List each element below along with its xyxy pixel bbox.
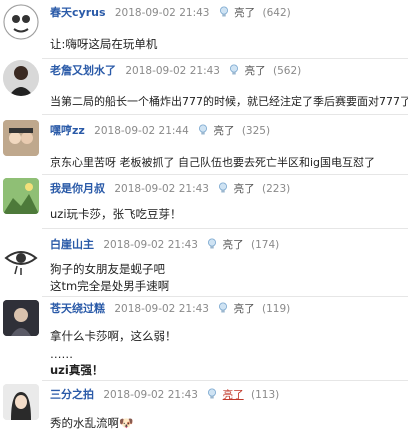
lightbulb-icon[interactable] <box>218 302 228 314</box>
timestamp: 2018-09-02 21:44 <box>94 125 189 137</box>
username[interactable]: 苍天绕过糕 <box>50 302 105 315</box>
like-button[interactable]: 亮了 <box>234 7 255 19</box>
comment-text: 当第二局的船长一个桶炸出777的时候，就已经注定了季后赛要面对777了 <box>50 95 408 108</box>
like-button[interactable]: 亮了 <box>245 65 266 77</box>
avatar[interactable] <box>3 120 39 156</box>
comment-text: uzi玩卡莎，张飞吃豆芽！ <box>50 207 182 221</box>
like-button[interactable]: 亮了 <box>234 183 255 195</box>
username[interactable]: 老詹又划水了 <box>50 64 116 77</box>
timestamp: 2018-09-02 21:43 <box>114 303 209 315</box>
like-count: (174) <box>251 239 280 251</box>
comment-meta: 我是你月叔 2018-09-02 21:43 亮了 (223) <box>50 180 290 196</box>
comment-meta: 嘿哼zz 2018-09-02 21:44 亮了 (325) <box>50 122 270 138</box>
username[interactable]: 春天cyrus <box>50 6 106 19</box>
lightbulb-icon[interactable] <box>229 64 239 76</box>
lightbulb-icon[interactable] <box>198 124 208 136</box>
divider <box>42 380 408 381</box>
timestamp: 2018-09-02 21:43 <box>114 7 210 19</box>
username[interactable]: 三分之拍 <box>50 388 94 401</box>
divider <box>42 174 408 175</box>
comment-text: 这tm完全是处男手速啊 <box>50 279 170 293</box>
comment-text: 秀的水乱流啊🐶 <box>50 416 134 430</box>
timestamp: 2018-09-02 21:43 <box>114 183 209 195</box>
avatar[interactable] <box>3 300 39 336</box>
divider <box>42 114 408 115</box>
like-button[interactable]: 亮了 <box>213 125 234 137</box>
like-count: (113) <box>251 389 280 401</box>
divider <box>42 228 408 229</box>
like-count: (223) <box>262 183 291 195</box>
like-button[interactable]: 亮了 <box>234 303 255 315</box>
like-count: (325) <box>241 125 271 137</box>
comment-text: 京东心里苦呀 老板被抓了 自己队伍也要去死亡半区和ig国电互怼了 <box>50 156 376 169</box>
like-count: (562) <box>273 65 302 77</box>
comment-meta: 苍天绕过糕 2018-09-02 21:43 亮了 (119) <box>50 300 290 316</box>
timestamp: 2018-09-02 21:43 <box>125 65 220 77</box>
comment-text: 让:嗨呀这局在玩单机 <box>50 37 158 51</box>
comment-text: …… <box>50 347 73 361</box>
divider <box>42 296 408 297</box>
username[interactable]: 白崖山主 <box>50 238 94 251</box>
comment-meta: 老詹又划水了 2018-09-02 21:43 亮了 (562) <box>50 62 301 78</box>
like-button[interactable]: 亮了 <box>223 239 244 251</box>
avatar[interactable] <box>3 384 39 420</box>
username[interactable]: 我是你月叔 <box>50 182 105 195</box>
timestamp: 2018-09-02 21:43 <box>103 389 198 401</box>
comment-meta: 春天cyrus 2018-09-02 21:43 亮了 (642) <box>50 4 291 20</box>
like-button[interactable]: 亮了 <box>223 389 244 401</box>
timestamp: 2018-09-02 21:43 <box>103 239 198 251</box>
avatar[interactable] <box>3 178 39 214</box>
lightbulb-icon[interactable] <box>218 182 228 194</box>
comment-text: 拿什么卡莎啊，这么弱！ <box>50 329 177 343</box>
lightbulb-icon[interactable] <box>207 238 217 250</box>
lightbulb-icon[interactable] <box>219 6 229 18</box>
comment-text: uzi真强！ <box>50 363 104 377</box>
avatar[interactable] <box>3 60 39 96</box>
comment-text: 狗子的女朋友是蚬子吧 <box>50 262 165 276</box>
like-count: (642) <box>262 7 291 19</box>
avatar[interactable] <box>3 240 39 276</box>
comment-meta: 白崖山主 2018-09-02 21:43 亮了 (174) <box>50 236 279 252</box>
like-count: (119) <box>262 303 291 315</box>
divider <box>42 58 408 59</box>
lightbulb-icon[interactable] <box>207 388 217 400</box>
comment-meta: 三分之拍 2018-09-02 21:43 亮了 (113) <box>50 386 279 402</box>
username[interactable]: 嘿哼zz <box>50 124 85 137</box>
avatar[interactable] <box>3 4 39 40</box>
